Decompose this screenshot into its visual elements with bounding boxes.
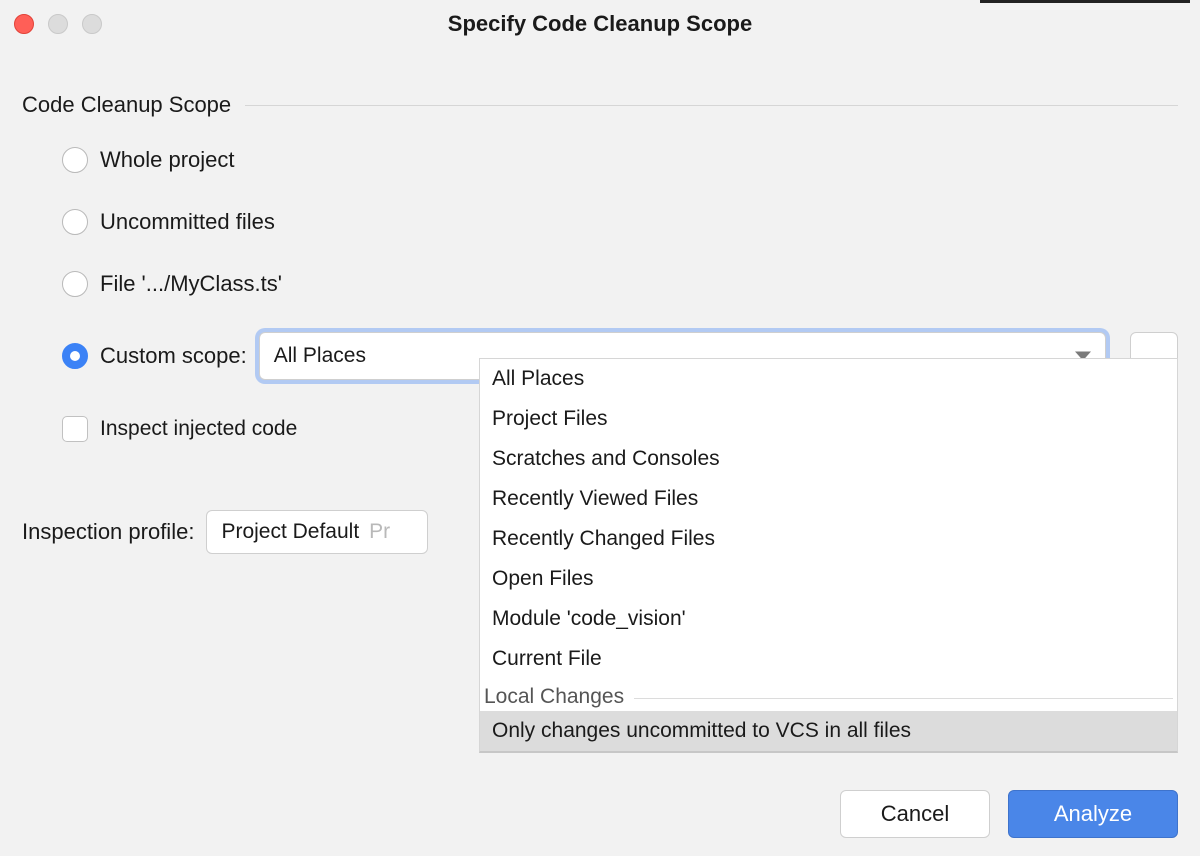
popup-item-label: Open Files	[492, 567, 594, 591]
popup-heading: Local Changes	[484, 685, 624, 709]
radio-label: Whole project	[100, 147, 235, 173]
radio-icon	[62, 343, 88, 369]
custom-scope-popup: All Places Project Files Scratches and C…	[479, 358, 1178, 753]
radio-file[interactable]: File '.../MyClass.ts'	[62, 270, 1178, 298]
radio-whole-project[interactable]: Whole project	[62, 146, 1178, 174]
popup-item-label: Current File	[492, 647, 602, 671]
checkbox-label: Inspect injected code	[100, 417, 297, 441]
radio-label: File '.../MyClass.ts'	[100, 271, 282, 297]
popup-heading-row: Local Changes	[480, 679, 1177, 711]
checkbox-icon	[62, 416, 88, 442]
popup-item-label: Recently Changed Files	[492, 527, 715, 551]
analyze-button[interactable]: Analyze	[1008, 790, 1178, 838]
popup-item-label: Recently Viewed Files	[492, 487, 698, 511]
popup-item-label: Project Files	[492, 407, 608, 431]
traffic-lights	[14, 14, 102, 34]
popup-item-all-places[interactable]: All Places	[480, 359, 1177, 399]
popup-item-label: Only changes uncommitted to VCS in all f…	[492, 719, 911, 743]
popup-item-recently-viewed[interactable]: Recently Viewed Files	[480, 479, 1177, 519]
cancel-button[interactable]: Cancel	[840, 790, 990, 838]
dropdown-value: Project Default	[221, 520, 359, 544]
radio-icon	[62, 209, 88, 235]
popup-item-label: All Places	[492, 367, 584, 391]
popup-item-scratches-consoles[interactable]: Scratches and Consoles	[480, 439, 1177, 479]
window-title: Specify Code Cleanup Scope	[448, 11, 752, 37]
radio-icon	[62, 147, 88, 173]
fieldset-header: Code Cleanup Scope	[22, 92, 1178, 118]
popup-item-current-file[interactable]: Current File	[480, 639, 1177, 679]
inspection-profile-dropdown[interactable]: Project Default Pr	[206, 510, 428, 554]
dialog-buttons: Cancel Analyze	[840, 790, 1178, 838]
button-label: Analyze	[1054, 801, 1132, 827]
popup-item-label: Module 'code_vision'	[492, 607, 686, 631]
inspection-profile-label: Inspection profile:	[22, 519, 194, 545]
maximize-window-button[interactable]	[82, 14, 102, 34]
titlebar: Specify Code Cleanup Scope	[0, 0, 1200, 48]
popup-item-recently-changed[interactable]: Recently Changed Files	[480, 519, 1177, 559]
popup-item-label: Scratches and Consoles	[492, 447, 720, 471]
popup-item-project-files[interactable]: Project Files	[480, 399, 1177, 439]
popup-item-open-files[interactable]: Open Files	[480, 559, 1177, 599]
scope-radio-group: Whole project Uncommitted files File '..…	[22, 146, 1178, 380]
dropdown-secondary: Pr	[369, 520, 390, 544]
popup-item-module[interactable]: Module 'code_vision'	[480, 599, 1177, 639]
button-label: Cancel	[881, 801, 949, 827]
popup-heading-divider	[634, 698, 1173, 699]
radio-uncommitted-files[interactable]: Uncommitted files	[62, 208, 1178, 236]
dropdown-value: All Places	[274, 344, 366, 368]
radio-icon	[62, 271, 88, 297]
fieldset-divider	[245, 105, 1178, 106]
popup-item-only-uncommitted[interactable]: Only changes uncommitted to VCS in all f…	[480, 711, 1177, 751]
fieldset-label: Code Cleanup Scope	[22, 92, 231, 118]
radio-label: Custom scope:	[100, 343, 247, 369]
radio-label: Uncommitted files	[100, 209, 275, 235]
minimize-window-button[interactable]	[48, 14, 68, 34]
close-window-button[interactable]	[14, 14, 34, 34]
